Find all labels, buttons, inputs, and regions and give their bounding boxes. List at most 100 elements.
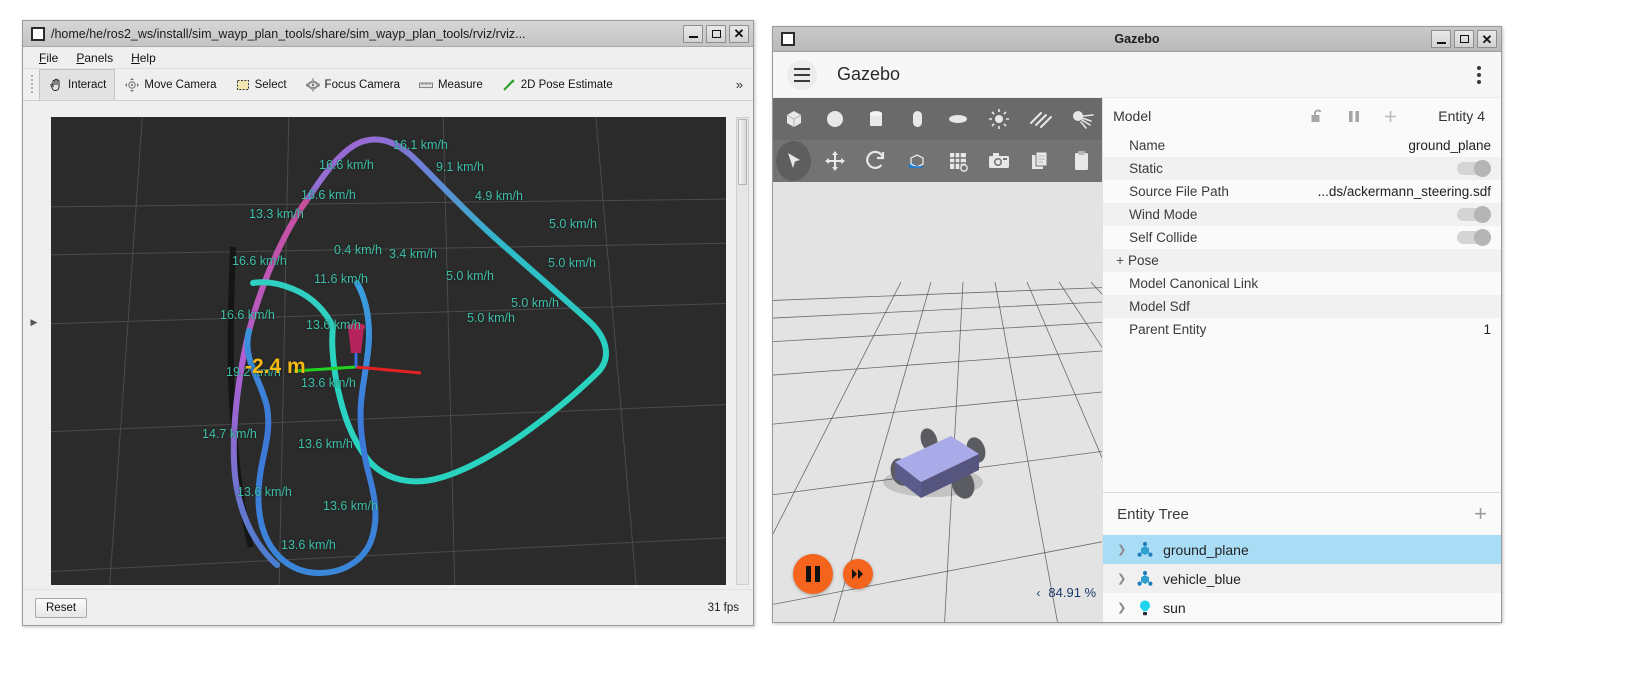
expand-plus-icon[interactable]: + bbox=[1116, 253, 1124, 268]
directional-light-icon[interactable] bbox=[1020, 98, 1061, 140]
rviz-vertical-scrollbar[interactable] bbox=[736, 117, 749, 585]
wind-mode-toggle[interactable] bbox=[1457, 206, 1491, 223]
rotate-icon[interactable] bbox=[855, 140, 896, 182]
property-row-model-sdf[interactable]: Model Sdf bbox=[1103, 295, 1501, 318]
inspector-title: Model bbox=[1113, 108, 1152, 124]
property-row-source-file-path[interactable]: Source File Path ...ds/ackermann_steerin… bbox=[1103, 180, 1501, 203]
property-row-static[interactable]: Static bbox=[1103, 157, 1501, 180]
speed-label: 13.6 km/h bbox=[323, 499, 378, 513]
scale-icon[interactable] bbox=[896, 140, 937, 182]
property-row-parent-entity[interactable]: Parent Entity 1 bbox=[1103, 318, 1501, 341]
add-entity-button[interactable]: + bbox=[1474, 503, 1487, 525]
tool-measure[interactable]: Measure bbox=[409, 69, 492, 100]
tool-focus-camera[interactable]: Focus Camera bbox=[296, 69, 409, 100]
pause-icon[interactable] bbox=[1347, 109, 1361, 124]
box-shape-icon[interactable] bbox=[773, 98, 814, 140]
property-value: ...ds/ackermann_steering.sdf bbox=[1317, 184, 1491, 199]
point-light-icon[interactable] bbox=[979, 98, 1020, 140]
entity-tree-title: Entity Tree bbox=[1117, 505, 1189, 523]
toolbar-overflow-button[interactable]: » bbox=[732, 69, 747, 100]
tool-move-camera-label: Move Camera bbox=[144, 78, 217, 91]
paste-icon[interactable] bbox=[1061, 140, 1102, 182]
property-row-model-canonical-link[interactable]: Model Canonical Link bbox=[1103, 272, 1501, 295]
tool-interact[interactable]: Interact bbox=[39, 69, 116, 100]
speed-label: 16.6 km/h bbox=[319, 158, 374, 172]
minimize-button[interactable] bbox=[683, 24, 703, 43]
speed-label: 13.6 km/h bbox=[306, 318, 361, 332]
close-button[interactable]: ✕ bbox=[729, 24, 749, 43]
property-key: Pose bbox=[1127, 253, 1159, 268]
entity-tree-item-label: vehicle_blue bbox=[1163, 570, 1241, 587]
static-toggle[interactable] bbox=[1457, 160, 1491, 177]
chevron-right-icon[interactable]: ❯ bbox=[1117, 601, 1127, 614]
sphere-shape-icon[interactable] bbox=[814, 98, 855, 140]
hamburger-menu-icon[interactable] bbox=[787, 59, 817, 90]
cylinder-shape-icon[interactable] bbox=[855, 98, 896, 140]
gazebo-minimize-button[interactable] bbox=[1431, 30, 1451, 48]
property-row-self-collide[interactable]: Self Collide bbox=[1103, 226, 1501, 249]
gazebo-window-title: Gazebo bbox=[1114, 32, 1160, 46]
pose-arrow-icon bbox=[502, 78, 515, 91]
tool-2d-pose-estimate[interactable]: 2D Pose Estimate bbox=[492, 69, 622, 100]
speed-label: 3.4 km/h bbox=[389, 247, 437, 261]
translate-icon[interactable] bbox=[814, 140, 855, 182]
grid-snap-icon[interactable] bbox=[938, 140, 979, 182]
left-panel-expander[interactable]: ▶ bbox=[28, 311, 40, 333]
rviz-body: ▶ ◀ bbox=[23, 101, 753, 593]
rviz-3d-viewport[interactable]: 16.1 km/h 16.6 km/h 9.1 km/h 16.6 km/h 4.9 k… bbox=[51, 117, 726, 585]
capsule-shape-icon[interactable] bbox=[896, 98, 937, 140]
maximize-button[interactable] bbox=[706, 24, 726, 43]
speed-label: 5.0 km/h bbox=[549, 217, 597, 231]
step-button[interactable] bbox=[843, 559, 873, 589]
speed-label: 13.6 km/h bbox=[301, 376, 356, 390]
inspector-spacer bbox=[1103, 341, 1501, 492]
speed-label: 16.1 km/h bbox=[393, 138, 448, 152]
rviz-window-controls: ✕ bbox=[683, 24, 749, 43]
rviz-scene bbox=[51, 117, 726, 585]
realtime-collapse-caret[interactable]: ‹ bbox=[1036, 586, 1040, 600]
tool-move-camera[interactable]: Move Camera bbox=[115, 69, 225, 100]
property-row-name[interactable]: Name ground_plane bbox=[1103, 134, 1501, 157]
chevron-right-icon[interactable]: ❯ bbox=[1117, 543, 1127, 556]
tool-select[interactable]: Select bbox=[226, 69, 296, 100]
spot-light-icon[interactable] bbox=[1061, 98, 1102, 140]
window-icon bbox=[31, 26, 45, 41]
toolbar-grip[interactable] bbox=[29, 74, 36, 95]
speed-label: 13.6 km/h bbox=[298, 437, 353, 451]
ellipsoid-shape-icon[interactable] bbox=[938, 98, 979, 140]
property-key: Model Sdf bbox=[1129, 299, 1190, 314]
reset-button[interactable]: Reset bbox=[35, 597, 88, 618]
plus-icon[interactable] bbox=[1383, 109, 1398, 124]
self-collide-toggle[interactable] bbox=[1457, 229, 1491, 246]
move-camera-icon bbox=[125, 77, 140, 92]
rviz-window-title: /home/he/ros2_ws/install/sim_wayp_plan_t… bbox=[51, 26, 526, 41]
gazebo-window-icon bbox=[781, 32, 795, 46]
gazebo-app-title: Gazebo bbox=[837, 64, 901, 84]
chevron-right-icon[interactable]: ❯ bbox=[1117, 572, 1127, 585]
menu-file[interactable]: File bbox=[31, 49, 66, 67]
menu-help[interactable]: Help bbox=[123, 49, 164, 67]
screenshot-camera-icon[interactable] bbox=[979, 140, 1020, 182]
menu-panels[interactable]: Panels bbox=[68, 49, 121, 67]
realtime-factor-value: 84.91 % bbox=[1048, 585, 1097, 600]
entity-tree-item-ground-plane[interactable]: ❯ ground_plane bbox=[1103, 535, 1501, 564]
property-value: 1 bbox=[1483, 322, 1491, 337]
gazebo-close-button[interactable]: ✕ bbox=[1477, 30, 1497, 48]
unlock-icon[interactable] bbox=[1309, 108, 1325, 125]
realtime-factor-readout: ‹ 84.91 % bbox=[1036, 585, 1096, 600]
property-row-wind-mode[interactable]: Wind Mode bbox=[1103, 203, 1501, 226]
kebab-menu-icon[interactable] bbox=[1471, 60, 1487, 90]
copy-icon[interactable] bbox=[1020, 140, 1061, 182]
pause-button[interactable] bbox=[793, 554, 833, 594]
gazebo-appbar: Gazebo bbox=[773, 52, 1501, 98]
gazebo-main: ‹ 84.91 % Model Entity 4 Name ground_pla… bbox=[773, 98, 1501, 622]
focus-camera-icon bbox=[305, 77, 320, 92]
entity-tree-item-sun[interactable]: ❯ sun bbox=[1103, 593, 1501, 622]
gazebo-maximize-button[interactable] bbox=[1454, 30, 1474, 48]
property-row-pose[interactable]: + Pose bbox=[1103, 249, 1501, 272]
gazebo-3d-viewport[interactable]: ‹ 84.91 % bbox=[773, 182, 1103, 622]
speed-label: 14.7 km/h bbox=[202, 427, 257, 441]
select-arrow-icon[interactable] bbox=[776, 141, 812, 181]
rviz-scrollbar-thumb[interactable] bbox=[738, 119, 747, 185]
entity-tree-item-vehicle-blue[interactable]: ❯ vehicle_blue bbox=[1103, 564, 1501, 593]
